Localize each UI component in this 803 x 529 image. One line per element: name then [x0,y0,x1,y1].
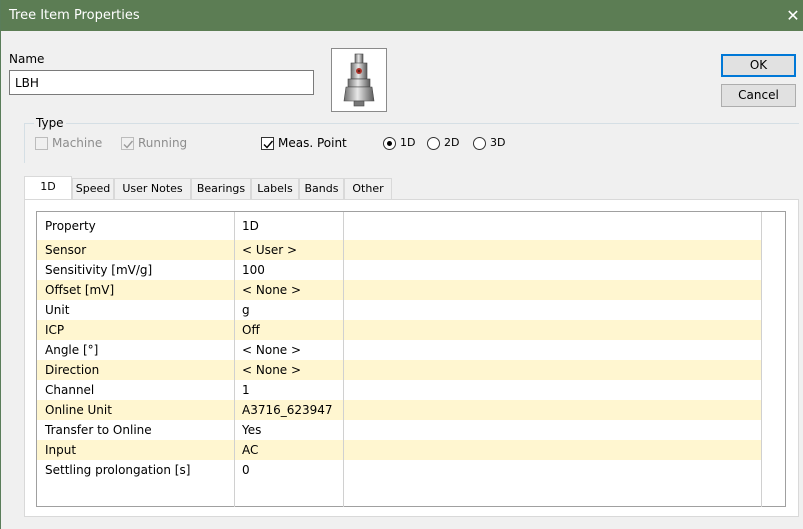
property-name: Direction [37,360,235,380]
property-grid[interactable]: Property 1D Sensor < User > Sensitivity … [36,211,786,507]
table-row[interactable]: Channel 1 [37,380,786,400]
grid-column-line [343,480,344,507]
table-row[interactable]: Direction < None > [37,360,786,380]
property-value[interactable]: 1 [235,380,344,400]
empty-cell [344,340,762,360]
property-value[interactable]: g [235,300,344,320]
property-name: Transfer to Online [37,420,235,440]
machine-checkbox[interactable] [35,137,48,150]
property-name: Channel [37,380,235,400]
table-row[interactable]: ICP Off [37,320,786,340]
radio-2d[interactable] [427,137,440,150]
radio-2d-label: 2D [444,136,460,149]
meas-point-label: Meas. Point [278,136,347,150]
grid-header-row: Property 1D [37,212,786,240]
property-name: Sensor [37,240,235,260]
property-value[interactable]: 0 [235,460,344,480]
property-value[interactable]: 100 [235,260,344,280]
tab-panel-1d: Property 1D Sensor < User > Sensitivity … [24,199,799,517]
column-header-1d[interactable]: 1D [235,212,344,240]
column-header-empty [344,212,762,240]
empty-cell [344,400,762,420]
property-name: Input [37,440,235,460]
table-row[interactable]: Sensitivity [mV/g] 100 [37,260,786,280]
table-row[interactable]: Unit g [37,300,786,320]
property-value[interactable]: AC [235,440,344,460]
table-row[interactable]: Transfer to Online Yes [37,420,786,440]
empty-cell [344,380,762,400]
property-value[interactable]: < None > [235,340,344,360]
window-title: Tree Item Properties [9,8,140,23]
table-row[interactable]: Online Unit A3716_623947 [37,400,786,420]
tab-other[interactable]: Other [344,178,392,199]
property-name: ICP [37,320,235,340]
property-name: Offset [mV] [37,280,235,300]
name-label: Name [9,52,45,66]
property-value[interactable]: Off [235,320,344,340]
sensor-image [331,48,387,112]
radio-1d[interactable] [383,137,396,150]
empty-cell [344,280,762,300]
meas-point-checkbox[interactable] [261,137,274,150]
table-row[interactable]: Input AC [37,440,786,460]
property-value[interactable]: < None > [235,360,344,380]
property-value[interactable]: Yes [235,420,344,440]
type-label: Type [34,116,66,130]
radio-3d-label: 3D [490,136,506,149]
property-value[interactable]: < User > [235,240,344,260]
empty-cell [344,420,762,440]
empty-cell [344,320,762,340]
checkmark-icon [263,140,274,149]
tab-bands[interactable]: Bands [299,178,344,199]
empty-cell [344,240,762,260]
machine-label: Machine [52,136,103,150]
property-name: Angle [°] [37,340,235,360]
cancel-button[interactable]: Cancel [721,84,796,107]
tab-speed[interactable]: Speed [72,178,114,199]
checkmark-icon [123,140,134,149]
radio-dot-icon [387,141,392,146]
tab-user-notes[interactable]: User Notes [114,178,191,199]
tab-1d[interactable]: 1D [24,176,72,199]
property-name: Settling prolongation [s] [37,460,235,480]
empty-cell [344,300,762,320]
empty-cell [344,440,762,460]
column-header-property[interactable]: Property [37,212,235,240]
table-row[interactable]: Offset [mV] < None > [37,280,786,300]
title-bar[interactable]: Tree Item Properties ✕ [1,0,803,31]
tab-labels[interactable]: Labels [251,178,299,199]
empty-cell [344,360,762,380]
property-value[interactable]: < None > [235,280,344,300]
property-name: Unit [37,300,235,320]
empty-cell [344,460,762,480]
close-icon[interactable]: ✕ [782,0,803,31]
tree-item-properties-dialog: Tree Item Properties ✕ Name LBH OK Cance… [0,0,803,529]
property-name: Sensitivity [mV/g] [37,260,235,280]
property-name: Online Unit [37,400,235,420]
radio-1d-label: 1D [400,136,416,149]
running-label: Running [138,136,188,150]
property-value[interactable]: A3716_623947 [235,400,344,420]
radio-3d[interactable] [473,137,486,150]
name-field[interactable]: LBH [9,70,314,95]
table-row[interactable]: Angle [°] < None > [37,340,786,360]
table-row[interactable]: Sensor < User > [37,240,786,260]
table-row[interactable]: Settling prolongation [s] 0 [37,460,786,480]
empty-cell [344,260,762,280]
grid-column-line [234,480,235,507]
ok-button[interactable]: OK [721,54,796,77]
running-checkbox[interactable] [121,137,134,150]
tab-bearings[interactable]: Bearings [191,178,251,199]
grid-column-line [761,480,762,507]
